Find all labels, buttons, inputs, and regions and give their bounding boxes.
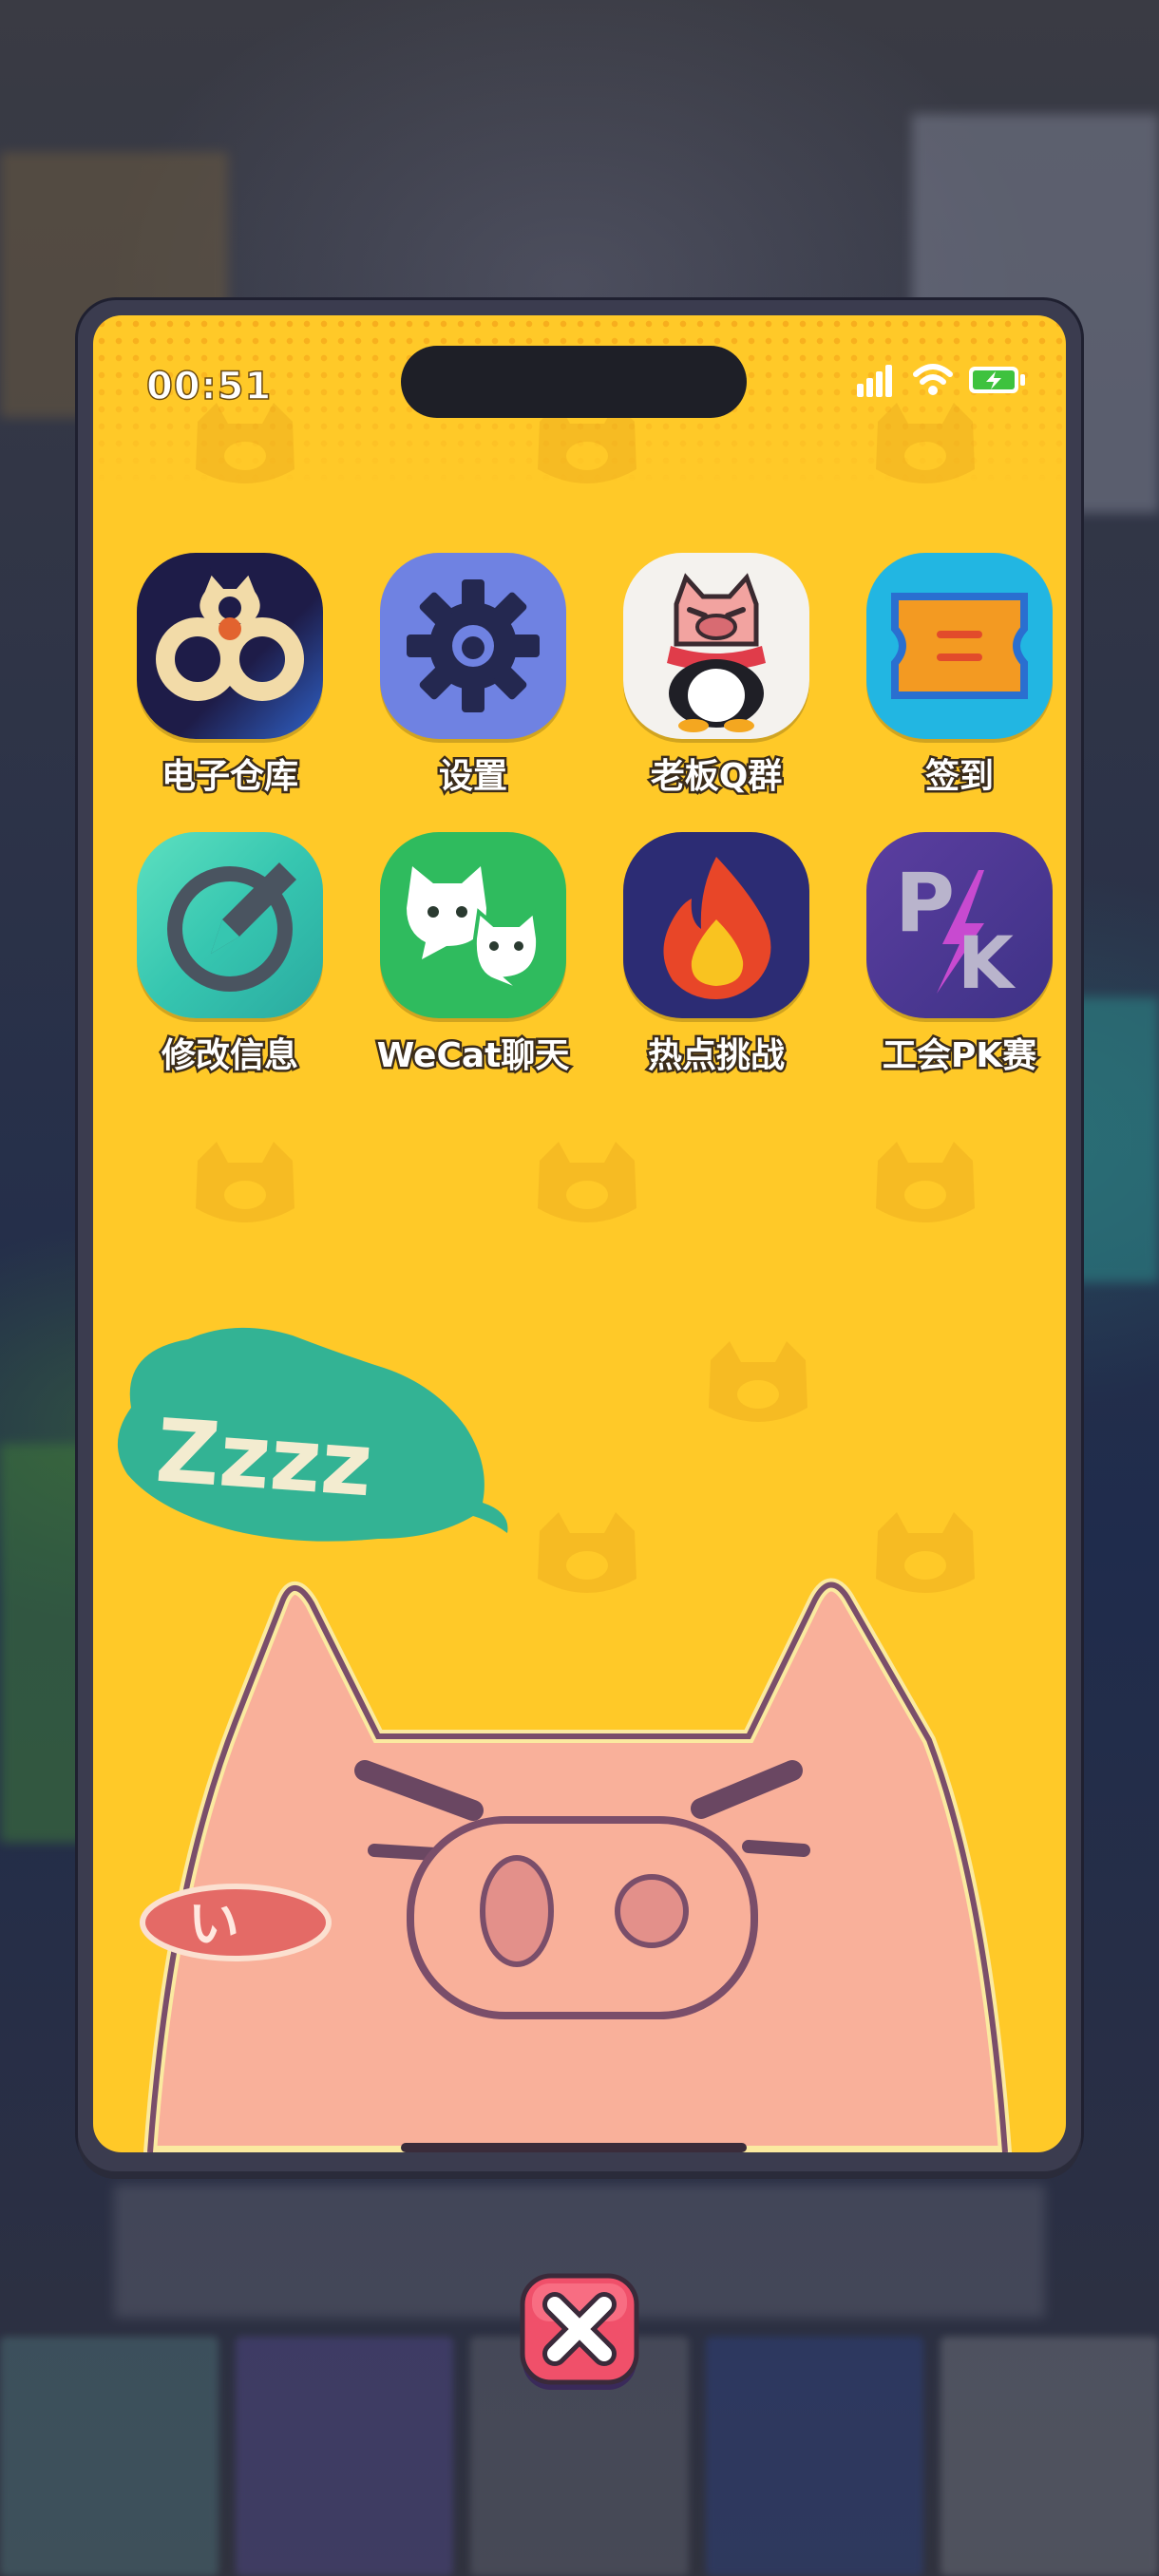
app-edit-info[interactable]: 修改信息 bbox=[116, 832, 344, 1078]
pencil-icon bbox=[137, 832, 323, 1018]
home-indicator[interactable] bbox=[401, 2143, 747, 2152]
bg-pig-icon bbox=[196, 403, 294, 483]
signal-icon bbox=[857, 365, 892, 397]
bg-pig-icon bbox=[196, 1142, 294, 1222]
ticket-icon bbox=[866, 553, 1053, 739]
app-wecat-chat[interactable]: WeCat聊天 bbox=[359, 832, 587, 1078]
app-label: 设置 bbox=[436, 755, 509, 799]
app-label: 工会PK赛 bbox=[880, 1034, 1038, 1078]
app-settings[interactable]: 设置 bbox=[359, 553, 587, 799]
app-boss-group[interactable]: 老板Q群 bbox=[602, 553, 830, 799]
app-label: 热点挑战 bbox=[645, 1034, 787, 1078]
svg-text:P: P bbox=[895, 856, 955, 951]
app-sign-in[interactable]: 签到 bbox=[846, 553, 1066, 799]
app-label: 老板Q群 bbox=[648, 755, 785, 799]
phone-frame: 00:51 电子仓库 设置 老板Q群 签到 修改信息 WeCat聊天 热点挑战 … bbox=[78, 300, 1081, 2171]
bg-pig-icon bbox=[538, 1142, 636, 1222]
bg-pig-icon bbox=[876, 403, 975, 483]
dynamic-island bbox=[401, 346, 747, 418]
chat-cats-icon bbox=[380, 832, 566, 1018]
sleeping-pig-wallpaper: Zzzz い bbox=[117, 1327, 1013, 2152]
pk-icon: P K bbox=[866, 832, 1053, 1018]
battery-charging-icon bbox=[969, 367, 1025, 393]
close-icon bbox=[520, 2273, 639, 2390]
status-icons bbox=[857, 363, 1026, 397]
wifi-icon bbox=[913, 364, 953, 395]
pig-penguin-icon bbox=[623, 553, 809, 739]
phone-screen: 00:51 电子仓库 设置 老板Q群 签到 修改信息 WeCat聊天 热点挑战 … bbox=[93, 315, 1066, 2152]
app-label: WeCat聊天 bbox=[374, 1034, 572, 1078]
bg-pig-icon bbox=[876, 1142, 975, 1222]
app-label: 修改信息 bbox=[159, 1034, 300, 1078]
flame-icon bbox=[623, 832, 809, 1018]
pig-snout bbox=[407, 1816, 758, 2019]
close-button[interactable] bbox=[519, 2272, 640, 2394]
gear-icon bbox=[380, 553, 566, 739]
app-hot-challenge[interactable]: 热点挑战 bbox=[602, 832, 830, 1078]
bubble-text: Zzzz bbox=[153, 1400, 375, 1517]
blush-text: い bbox=[188, 1894, 239, 1954]
app-label: 签到 bbox=[922, 755, 996, 799]
cat-link-icon bbox=[137, 553, 323, 739]
svg-text:K: K bbox=[958, 920, 1016, 1005]
app-warehouse[interactable]: 电子仓库 bbox=[116, 553, 344, 799]
app-guild-pk[interactable]: P K 工会PK赛 bbox=[846, 832, 1066, 1078]
status-time: 00:51 bbox=[145, 364, 273, 409]
app-label: 电子仓库 bbox=[159, 755, 300, 799]
